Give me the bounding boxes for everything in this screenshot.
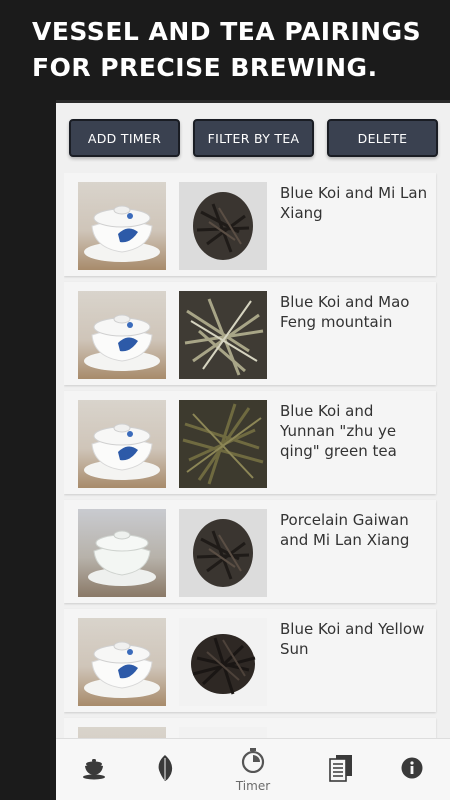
gaiwan-blue-koi-photo — [78, 400, 166, 488]
nav-logs[interactable] — [311, 739, 371, 800]
nav-timer-label: Timer — [235, 779, 271, 793]
nav-teas[interactable] — [135, 739, 195, 800]
dark-twisted-leaves-photo — [179, 182, 267, 270]
pairing-row[interactable]: Porcelain Gaiwan and Mi Lan Xiang — [64, 500, 436, 603]
delete-button[interactable]: DELETE — [327, 119, 438, 157]
gaiwan-blue-koi-photo — [78, 182, 166, 270]
pairing-label: Blue Koi and Yunnan "zhu ye qing" green … — [280, 402, 397, 460]
pairing-row[interactable]: Blue Koi and Yunnan "zhu ye qing" green … — [64, 391, 436, 494]
headline-line-1: VESSEL AND TEA PAIRINGS — [32, 17, 422, 46]
gaiwan-blue-koi-photo — [78, 291, 166, 379]
green-silvery-leaves-photo — [179, 291, 267, 379]
nav-info[interactable] — [382, 739, 442, 800]
toolbar: ADD TIMER FILTER BY TEA DELETE — [56, 116, 450, 160]
porcelain-gaiwan-photo — [78, 509, 166, 597]
headline-line-2: FOR PRECISE BREWING. — [32, 53, 378, 82]
promo-headline: VESSEL AND TEA PAIRINGS FOR PRECISE BREW… — [32, 14, 442, 86]
nav-timer[interactable]: Timer — [223, 739, 283, 800]
gaiwan-blue-koi-photo — [78, 727, 166, 738]
stopwatch-icon — [240, 747, 266, 777]
bottom-navigation: Timer — [56, 738, 450, 800]
pairing-row[interactable]: Blue Koi and Mi Lan Xiang — [64, 173, 436, 276]
green-needle-leaves-photo — [179, 400, 267, 488]
leaf-icon — [153, 754, 177, 786]
gaiwan-blue-koi-photo — [78, 618, 166, 706]
nav-vessels[interactable] — [64, 739, 124, 800]
dark-twisted-leaves-photo — [179, 509, 267, 597]
filter-by-tea-button[interactable]: FILTER BY TEA — [193, 119, 314, 157]
tea-leaves-photo — [179, 727, 267, 738]
teapot-icon — [81, 755, 107, 785]
status-bar-edge — [56, 100, 450, 103]
pairing-row[interactable]: Blue Koi and Yellow Sun — [64, 609, 436, 712]
add-timer-button[interactable]: ADD TIMER — [69, 119, 180, 157]
pairing-list[interactable]: Blue Koi and Mi Lan Xiang Blue Koi and M… — [64, 173, 444, 738]
pairing-label: Blue Koi and Yellow Sun — [280, 620, 425, 658]
app-screen: ADD TIMER FILTER BY TEA DELETE Blue Koi … — [56, 100, 450, 800]
pairing-label: Blue Koi and Mao Feng mountain — [280, 293, 410, 331]
dark-curled-leaves-photo — [179, 618, 267, 706]
pairing-row[interactable]: Blue Koi and Mao Feng mountain — [64, 282, 436, 385]
info-icon — [400, 756, 424, 784]
pairing-label: Porcelain Gaiwan and Mi Lan Xiang — [280, 511, 410, 549]
pairing-row[interactable] — [64, 718, 436, 738]
pairing-label: Blue Koi and Mi Lan Xiang — [280, 184, 428, 222]
documents-icon — [329, 754, 353, 786]
